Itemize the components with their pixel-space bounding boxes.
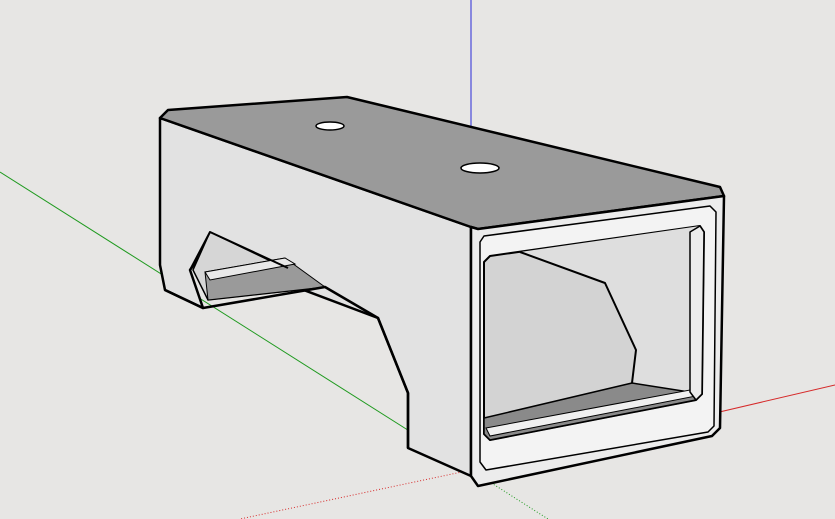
mounting-hole-rear[interactable] <box>315 121 345 131</box>
mounting-hole-front[interactable] <box>460 162 500 174</box>
3d-scene[interactable] <box>0 0 835 519</box>
red-axis-dotted <box>239 469 472 519</box>
interior-right-wall <box>689 225 705 401</box>
modeling-viewport[interactable] <box>0 0 835 519</box>
